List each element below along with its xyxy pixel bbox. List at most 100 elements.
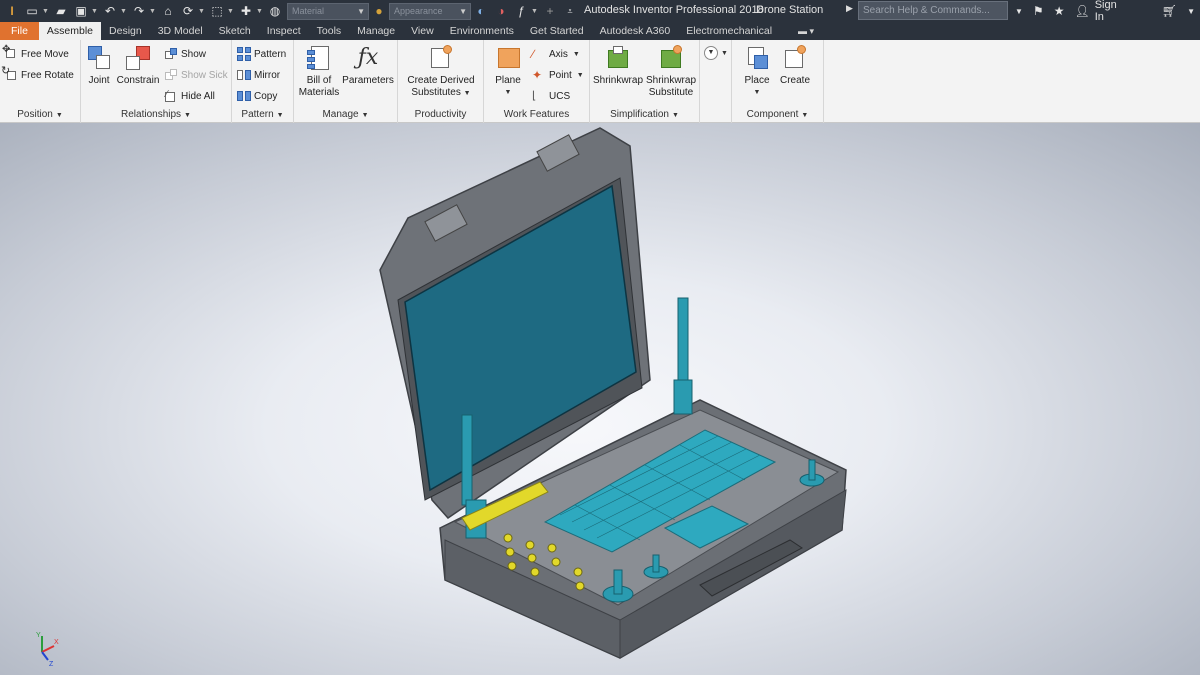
mirror-label: Mirror — [254, 69, 281, 81]
tab-manage[interactable]: Manage — [349, 22, 403, 40]
panel-relationships-title[interactable]: Relationships ▼ — [81, 107, 231, 123]
joint-icon — [85, 44, 113, 72]
drone-station-model[interactable] — [0, 123, 1200, 675]
pattern-button[interactable]: Pattern — [237, 45, 286, 63]
search-expand-icon[interactable]: ▶ — [846, 3, 853, 14]
ucs-button[interactable]: ⌊ UCS — [532, 87, 570, 105]
shrinkwrap-button[interactable]: Shrinkwrap — [592, 44, 644, 87]
undo-icon[interactable]: ↶ — [102, 3, 118, 19]
material-combo-arrow-icon[interactable]: ▼ — [357, 7, 365, 16]
graphics-viewport[interactable]: Y X Z — [0, 123, 1200, 675]
material-combo-value: Material — [292, 6, 325, 16]
joint-button[interactable]: Joint — [85, 44, 113, 87]
tab-autodesk-a360[interactable]: Autodesk A360 — [592, 22, 679, 40]
update-icon[interactable]: ⟳ — [180, 3, 196, 19]
document-title: Drone Station — [756, 4, 824, 16]
inventor-logo-icon[interactable]: I — [4, 3, 20, 19]
show-button[interactable]: Show — [164, 45, 206, 63]
create-button[interactable]: Create — [778, 44, 812, 87]
tab-view[interactable]: View — [403, 22, 442, 40]
new-dropdown-icon[interactable]: ▼ — [42, 8, 49, 15]
home-icon[interactable]: ⌂ — [160, 3, 176, 19]
panel-simplification-title-text: Simplification — [610, 109, 669, 120]
globe-icon[interactable]: ◍ — [267, 3, 283, 19]
search-input[interactable]: Search Help & Commands... — [858, 1, 1008, 20]
point-button[interactable]: ✦ Point ▼ — [532, 66, 584, 84]
help-dropdown-icon[interactable]: ▼ — [1187, 7, 1195, 16]
constrain-button[interactable]: Constrain — [115, 44, 161, 87]
panel-manage-title[interactable]: Manage ▼ — [294, 107, 397, 123]
panel-manage-title-text: Manage — [322, 109, 359, 120]
save-dropdown-icon[interactable]: ▼ — [91, 8, 98, 15]
place-button[interactable]: Place ▼ — [740, 44, 774, 99]
plane-dropdown-icon[interactable]: ▼ — [505, 87, 512, 99]
free-rotate-button[interactable]: ↻ Free Rotate — [1, 65, 74, 84]
extra-tools-dropdown-icon[interactable]: ▼ — [721, 50, 728, 57]
tab-file[interactable]: File — [0, 22, 39, 40]
ribbon-display-options-icon[interactable]: ▬ ▾ — [780, 22, 822, 40]
measure-icon[interactable]: ✚ — [238, 3, 254, 19]
create-derived-substitutes-icon — [427, 44, 455, 72]
tab-inspect[interactable]: Inspect — [259, 22, 309, 40]
mirror-button[interactable]: Mirror — [237, 66, 280, 84]
parameters-button[interactable]: ƒx Parameters — [342, 44, 394, 87]
panel-pattern-title[interactable]: Pattern ▼ — [232, 107, 293, 123]
appearance-combo[interactable]: Appearance ▼ — [389, 2, 471, 20]
undo-dropdown-icon[interactable]: ▼ — [120, 8, 127, 15]
save-icon[interactable]: ▣ — [73, 3, 89, 19]
redo-icon[interactable]: ↷ — [131, 3, 147, 19]
redo-dropdown-icon[interactable]: ▼ — [149, 8, 156, 15]
panel-position-title[interactable]: Position ▼ — [0, 107, 80, 123]
plus-icon[interactable]: + — [542, 3, 558, 19]
cart-icon[interactable]: 🛒︎ — [1162, 4, 1177, 18]
tab-get-started[interactable]: Get Started — [522, 22, 592, 40]
create-derived-substitutes-button[interactable]: Create Derived Substitutes ▼ — [402, 44, 480, 100]
favorites-star-icon[interactable]: ★ — [1054, 4, 1065, 18]
free-move-button[interactable]: ✥ Free Move — [2, 44, 69, 63]
clear-appearance-icon[interactable]: ◑ — [493, 3, 509, 19]
customize-icon[interactable]: ⩡ — [562, 3, 578, 19]
sign-in-link[interactable]: Sign In — [1095, 0, 1127, 23]
tab-tools[interactable]: Tools — [309, 22, 350, 40]
user-icon[interactable]: 👤︎ — [1074, 4, 1089, 18]
panel-pattern-expand-icon: ▼ — [276, 112, 284, 119]
shrinkwrap-substitute-button[interactable]: Shrinkwrap Substitute — [645, 44, 697, 99]
adjust-appearance-icon[interactable]: ◐ — [473, 3, 489, 19]
tab-3d-model[interactable]: 3D Model — [150, 22, 211, 40]
axis-button[interactable]: ∕ Axis ▼ — [532, 45, 580, 63]
update-dropdown-icon[interactable]: ▼ — [198, 8, 205, 15]
measure-dropdown-icon[interactable]: ▼ — [256, 8, 263, 15]
place-dropdown-icon[interactable]: ▼ — [754, 87, 761, 99]
bill-of-materials-button[interactable]: Bill of Materials — [296, 44, 342, 99]
search-dropdown-icon[interactable]: ▼ — [1015, 7, 1023, 16]
axis-dropdown-icon[interactable]: ▼ — [573, 51, 580, 58]
appearance-sphere-icon[interactable]: ● — [371, 3, 387, 19]
free-rotate-icon: ↻ — [1, 65, 18, 82]
panel-simplification-title[interactable]: Simplification ▼ — [590, 107, 699, 123]
point-dropdown-icon[interactable]: ▼ — [577, 72, 584, 79]
tab-sketch[interactable]: Sketch — [211, 22, 259, 40]
plane-button[interactable]: Plane ▼ — [490, 44, 526, 99]
new-icon[interactable]: ▭ — [24, 3, 40, 19]
tab-design[interactable]: Design — [101, 22, 150, 40]
panel-component-title[interactable]: Component ▼ — [732, 107, 823, 123]
create-derived-substitutes-dropdown-icon[interactable]: ▼ — [464, 90, 471, 97]
show-sick-button[interactable]: Show Sick — [164, 66, 228, 84]
select-dropdown-icon[interactable]: ▼ — [227, 8, 234, 15]
select-icon[interactable]: ⬚ — [209, 3, 225, 19]
open-icon[interactable]: ▰ — [53, 3, 69, 19]
communication-center-icon[interactable]: ⚑ — [1033, 4, 1044, 18]
panel-extra-tools: ▼ ▼ — [700, 40, 732, 123]
panel-component-expand-icon: ▼ — [801, 112, 809, 119]
material-combo[interactable]: Material ▼ — [287, 2, 369, 20]
extra-tools-button[interactable]: ▼ ▼ — [704, 44, 728, 62]
tab-electromechanical[interactable]: Electromechanical — [678, 22, 780, 40]
fx-dropdown-icon[interactable]: ▼ — [531, 8, 538, 15]
app-title: Autodesk Inventor Professional 2018 — [584, 4, 764, 16]
tab-assemble[interactable]: Assemble — [38, 22, 102, 40]
tab-environments[interactable]: Environments — [442, 22, 522, 40]
appearance-combo-arrow-icon[interactable]: ▼ — [459, 7, 467, 16]
hide-all-button[interactable]: ∕ Hide All — [164, 87, 215, 105]
fx-icon[interactable]: ƒ — [513, 3, 529, 19]
copy-button[interactable]: Copy — [237, 87, 277, 105]
